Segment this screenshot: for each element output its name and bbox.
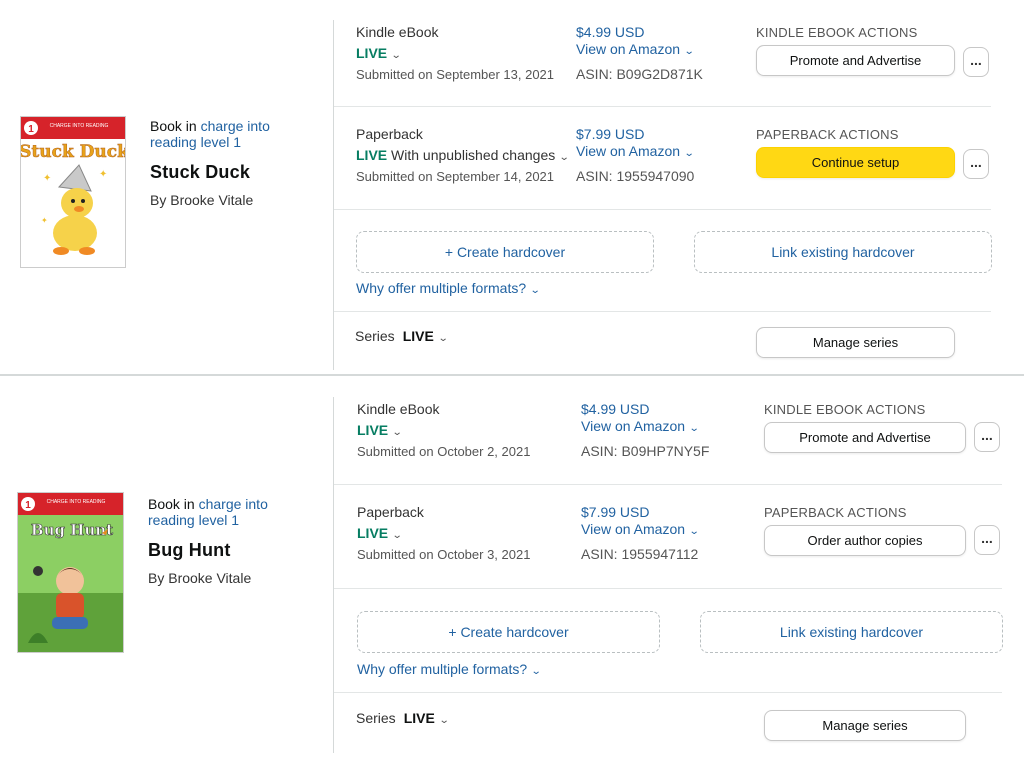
create-hardcover-button[interactable]: + Create hardcover bbox=[357, 611, 660, 653]
status-dropdown[interactable]: LIVE ⌄ bbox=[357, 422, 403, 438]
price: $7.99 USD bbox=[576, 126, 645, 142]
chevron-down-icon: ⌄ bbox=[530, 666, 542, 677]
more-actions-button[interactable]: ... bbox=[963, 47, 989, 77]
chevron-down-icon: ⌄ bbox=[529, 285, 541, 296]
view-on-amazon-link[interactable]: View on Amazon ⌄ bbox=[581, 521, 700, 537]
row-divider bbox=[334, 311, 991, 312]
status-dropdown[interactable]: LIVE With unpublished changes ⌄ bbox=[356, 147, 570, 163]
more-actions-button[interactable]: ... bbox=[963, 149, 989, 179]
row-divider bbox=[334, 209, 991, 210]
continue-setup-button[interactable]: Continue setup bbox=[756, 147, 955, 178]
actions-label: PAPERBACK ACTIONS bbox=[756, 127, 899, 142]
series-label: Series bbox=[356, 710, 396, 726]
why-formats-label: Why offer multiple formats? bbox=[357, 661, 528, 677]
asin: ASIN: B09G2D871K bbox=[576, 66, 703, 82]
chevron-down-icon: ⌄ bbox=[683, 46, 695, 57]
view-on-amazon-link[interactable]: View on Amazon ⌄ bbox=[581, 418, 700, 434]
chevron-down-icon: ⌄ bbox=[391, 530, 403, 541]
actions-label: PAPERBACK ACTIONS bbox=[764, 505, 907, 520]
why-formats-link[interactable]: Why offer multiple formats? ⌄ bbox=[357, 661, 542, 677]
chevron-down-icon: ⌄ bbox=[437, 333, 449, 344]
status-live: LIVE bbox=[357, 525, 389, 541]
promote-advertise-button[interactable]: Promote and Advertise bbox=[756, 45, 955, 76]
price: $4.99 USD bbox=[576, 24, 645, 40]
submitted-date: Submitted on October 3, 2021 bbox=[357, 547, 531, 562]
series-live: LIVE bbox=[402, 328, 434, 344]
submitted-date: Submitted on September 14, 2021 bbox=[356, 169, 555, 184]
asin: ASIN: 1955947090 bbox=[576, 168, 695, 184]
series-label: Series bbox=[355, 328, 395, 344]
book-divider bbox=[0, 374, 1024, 376]
series-status[interactable]: Series LIVE ⌄ bbox=[356, 710, 450, 726]
submitted-date: Submitted on October 2, 2021 bbox=[357, 444, 531, 459]
status-live: LIVE bbox=[356, 45, 388, 61]
svg-text:✦: ✦ bbox=[41, 216, 48, 225]
view-on-amazon-label: View on Amazon bbox=[581, 418, 686, 434]
why-formats-link[interactable]: Why offer multiple formats? ⌄ bbox=[356, 280, 541, 296]
chevron-down-icon: ⌄ bbox=[558, 152, 570, 163]
chevron-down-icon: ⌄ bbox=[438, 715, 450, 726]
more-actions-button[interactable]: ... bbox=[974, 525, 1000, 555]
format-name: Kindle eBook bbox=[356, 24, 439, 40]
status-extra: With unpublished changes bbox=[391, 147, 556, 163]
paperback-format-row: Paperback LIVE With unpublished changes ⌄… bbox=[0, 102, 1024, 206]
view-on-amazon-label: View on Amazon bbox=[581, 521, 686, 537]
price: $4.99 USD bbox=[581, 401, 650, 417]
book-card: 1 CHARGE INTO READING Stuck Duck ✦ ✦ ✦ B… bbox=[0, 0, 1024, 375]
asin: ASIN: 1955947112 bbox=[581, 546, 699, 562]
price: $7.99 USD bbox=[581, 504, 650, 520]
view-on-amazon-label: View on Amazon bbox=[576, 143, 681, 159]
paperback-format-row: Paperback LIVE ⌄ Submitted on October 3, … bbox=[0, 482, 1024, 586]
format-name: Paperback bbox=[356, 126, 423, 142]
status-dropdown[interactable]: LIVE ⌄ bbox=[356, 45, 402, 61]
link-hardcover-button[interactable]: Link existing hardcover bbox=[694, 231, 992, 273]
status-live: LIVE bbox=[357, 422, 389, 438]
link-hardcover-button[interactable]: Link existing hardcover bbox=[700, 611, 1003, 653]
book-card: 1 CHARGE INTO READING Bug Hunt Book in c… bbox=[0, 377, 1024, 768]
why-formats-label: Why offer multiple formats? bbox=[356, 280, 527, 296]
view-on-amazon-link[interactable]: View on Amazon ⌄ bbox=[576, 143, 695, 159]
order-author-copies-button[interactable]: Order author copies bbox=[764, 525, 966, 556]
status-dropdown[interactable]: LIVE ⌄ bbox=[357, 525, 403, 541]
chevron-down-icon: ⌄ bbox=[688, 526, 700, 537]
actions-label: KINDLE EBOOK ACTIONS bbox=[756, 25, 918, 40]
view-on-amazon-label: View on Amazon bbox=[576, 41, 681, 57]
chevron-down-icon: ⌄ bbox=[688, 423, 700, 434]
series-status[interactable]: Series LIVE ⌄ bbox=[355, 328, 449, 344]
kindle-format-row: Kindle eBook LIVE ⌄ Submitted on Septembe… bbox=[0, 0, 1024, 104]
series-live: LIVE bbox=[403, 710, 435, 726]
promote-advertise-button[interactable]: Promote and Advertise bbox=[764, 422, 966, 453]
actions-label: KINDLE EBOOK ACTIONS bbox=[764, 402, 926, 417]
chevron-down-icon: ⌄ bbox=[391, 427, 403, 438]
chevron-down-icon: ⌄ bbox=[683, 148, 695, 159]
manage-series-button[interactable]: Manage series bbox=[764, 710, 966, 741]
more-actions-button[interactable]: ... bbox=[974, 422, 1000, 452]
status-live: LIVE bbox=[356, 147, 388, 163]
asin: ASIN: B09HP7NY5F bbox=[581, 443, 710, 459]
view-on-amazon-link[interactable]: View on Amazon ⌄ bbox=[576, 41, 695, 57]
format-name: Paperback bbox=[357, 504, 424, 520]
row-divider bbox=[334, 588, 1002, 589]
chevron-down-icon: ⌄ bbox=[390, 50, 402, 61]
manage-series-button[interactable]: Manage series bbox=[756, 327, 955, 358]
submitted-date: Submitted on September 13, 2021 bbox=[356, 67, 555, 82]
row-divider bbox=[334, 692, 1002, 693]
kindle-format-row: Kindle eBook LIVE ⌄ Submitted on October … bbox=[0, 377, 1024, 481]
create-hardcover-button[interactable]: + Create hardcover bbox=[356, 231, 654, 273]
format-name: Kindle eBook bbox=[357, 401, 440, 417]
